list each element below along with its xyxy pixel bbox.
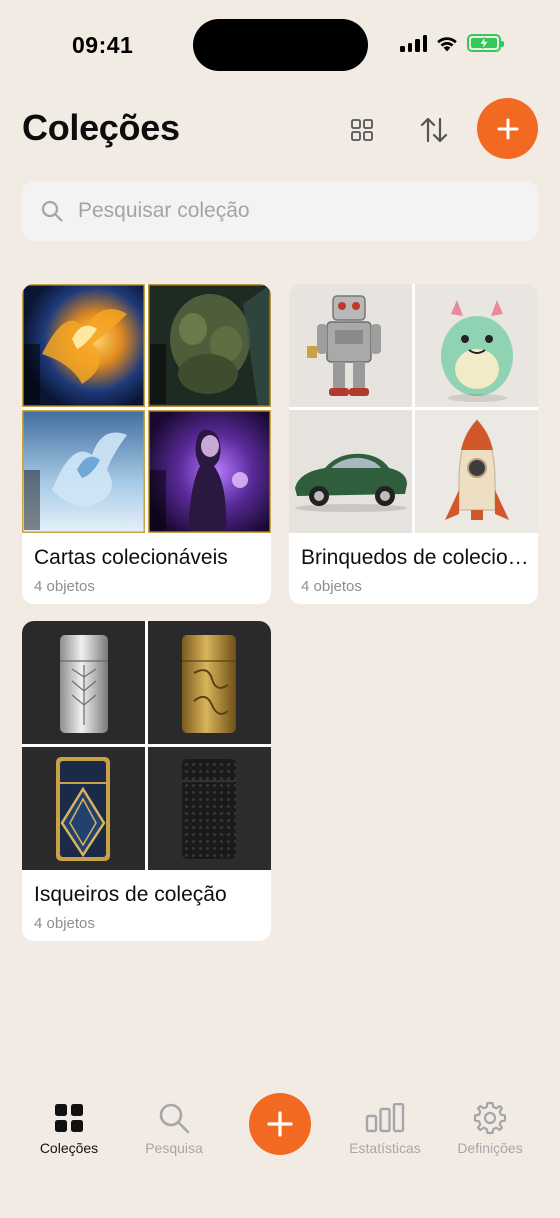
page-title: Coleções: [22, 107, 180, 148]
bar-chart-icon: [335, 1100, 435, 1136]
collection-count: 4 objetos: [34, 578, 95, 595]
tab-colecoes[interactable]: Coleções: [19, 1100, 119, 1156]
cellular-signal-icon: [400, 34, 427, 52]
tab-definicoes[interactable]: Definições: [440, 1100, 540, 1156]
collection-card-cartas[interactable]: Cartas colecionáveis 4 objetos: [22, 284, 271, 604]
tab-label: Definições: [457, 1140, 523, 1156]
collection-thumbnails: [22, 284, 271, 533]
silver-art-deco-lighter-image: [22, 621, 145, 744]
blue-gold-lighter-image: [22, 747, 145, 870]
plus-icon: [497, 118, 518, 139]
status-bar: 09:41: [0, 0, 560, 90]
sorceress-card-image: [148, 410, 271, 533]
vinyl-monster-image: [415, 284, 538, 407]
add-item-tab-button[interactable]: [249, 1093, 311, 1155]
collection-thumbnails: [22, 621, 271, 870]
tab-estatisticas[interactable]: Estatísticas: [335, 1100, 435, 1156]
status-time: 09:41: [72, 32, 134, 58]
search-input[interactable]: [78, 199, 498, 223]
golem-card-image: [148, 284, 271, 407]
battery-icon: [467, 34, 504, 52]
search-bar[interactable]: [22, 181, 538, 241]
ice-dragon-card-image: [22, 410, 145, 533]
dynamic-island: [193, 19, 368, 71]
collection-name: Cartas colecionáveis: [34, 546, 228, 569]
sort-arrows-icon: [420, 117, 448, 143]
tab-label: Coleções: [39, 1140, 99, 1156]
collection-name: Brinquedos de colecionador: [301, 546, 529, 569]
tin-robot-image: [289, 284, 412, 407]
tab-pesquisa[interactable]: Pesquisa: [124, 1100, 224, 1156]
collection-count: 4 objetos: [301, 578, 362, 595]
status-icons: [400, 34, 504, 52]
collection-thumbnails: [289, 284, 538, 533]
grid-view-icon: [351, 119, 373, 141]
tab-label: Estatísticas: [349, 1140, 421, 1156]
collection-card-brinquedos[interactable]: Brinquedos de colecionador 4 objetos: [289, 284, 538, 604]
collection-count: 4 objetos: [34, 915, 95, 932]
gold-engraved-lighter-image: [148, 621, 271, 744]
phoenix-card-image: [22, 284, 145, 407]
search-icon: [40, 198, 66, 224]
search-icon: [124, 1100, 224, 1136]
retro-rocket-image: [415, 410, 538, 533]
grid-icon: [19, 1100, 119, 1136]
plus-icon: [267, 1111, 293, 1137]
gear-icon: [440, 1100, 540, 1136]
black-textured-lighter-image: [148, 747, 271, 870]
sort-button[interactable]: [412, 108, 456, 152]
wifi-icon: [437, 37, 457, 52]
green-sports-car-image: [289, 410, 412, 533]
collection-card-isqueiros[interactable]: Isqueiros de coleção 4 objetos: [22, 621, 271, 941]
add-collection-button[interactable]: [477, 98, 538, 159]
tab-label: Pesquisa: [145, 1140, 203, 1156]
collection-name: Isqueiros de coleção: [34, 883, 227, 906]
grid-view-button[interactable]: [340, 108, 384, 152]
